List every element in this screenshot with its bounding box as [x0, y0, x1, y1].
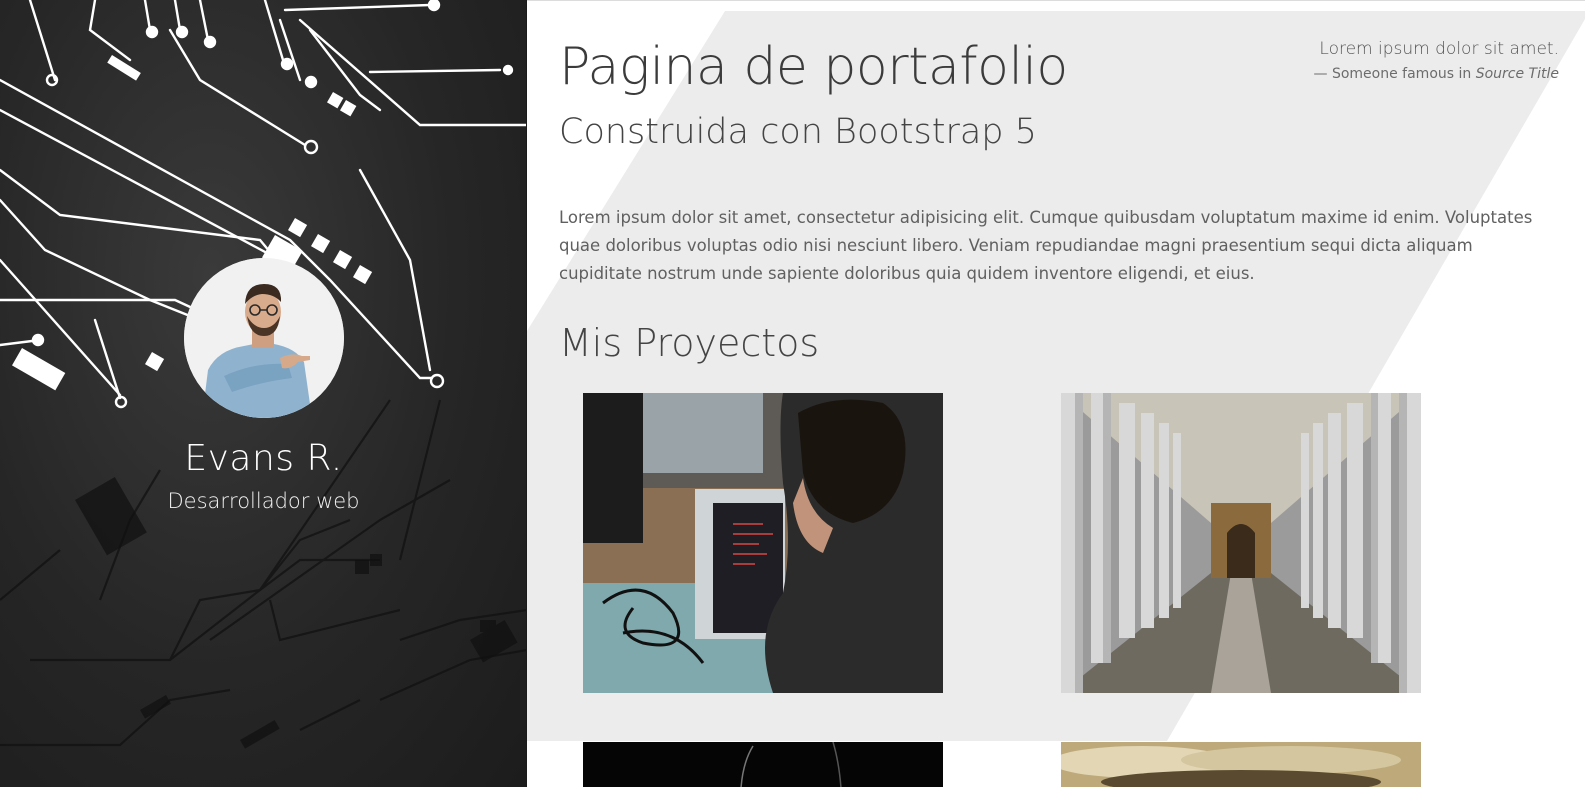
person-portrait-icon — [183, 258, 344, 418]
profile-name: Evans R. — [184, 438, 343, 479]
page-title: Pagina de portafolio — [559, 37, 1068, 97]
project-card-dark[interactable] — [583, 742, 943, 787]
profile-role: Desarrollador web — [167, 489, 360, 513]
main-content: Pagina de portafolio Construida con Boot… — [527, 0, 1585, 787]
project-card-colonnade[interactable] — [1061, 393, 1421, 693]
project-card-clouds[interactable] — [1061, 742, 1421, 787]
intro-paragraph: Lorem ipsum dolor sit amet, consectetur … — [559, 208, 1533, 283]
cloudy-sky-photo — [1061, 742, 1421, 787]
quote-footer: — Someone famous in Source Title — [1314, 66, 1559, 82]
profile-card: Evans R. Desarrollador web — [0, 258, 526, 513]
person-coding-laptop-photo — [583, 393, 943, 693]
blockquote: Lorem ipsum dolor sit amet. — Someone fa… — [1314, 39, 1559, 82]
profile-sidebar: Evans R. Desarrollador web — [0, 0, 527, 787]
quote-dash: — — [1313, 66, 1328, 82]
colonnade-corridor-photo — [1061, 393, 1421, 693]
projects-heading: Mis Proyectos — [559, 321, 820, 365]
quote-author: Someone famous in — [1331, 66, 1472, 82]
project-card-coding[interactable] — [583, 393, 943, 693]
quote-text: Lorem ipsum dolor sit amet. — [1319, 39, 1559, 59]
dark-project-photo — [583, 742, 943, 787]
quote-source: Source Title — [1475, 66, 1559, 82]
avatar — [183, 258, 344, 418]
page-subtitle: Construida con Bootstrap 5 — [559, 112, 1037, 152]
